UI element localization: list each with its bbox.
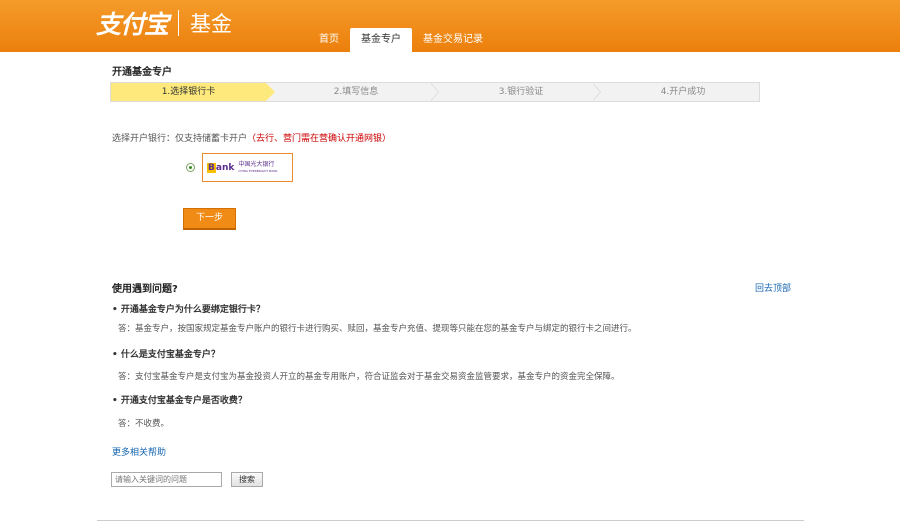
- tab-home[interactable]: 首页: [308, 28, 350, 52]
- tab-fund-account[interactable]: 基金专户: [350, 28, 412, 52]
- footer-divider: [97, 520, 804, 521]
- bank-option-everbright[interactable]: Bank 中国光大银行 CHINA EVERBRIGHT BANK: [202, 153, 293, 182]
- more-help-link[interactable]: 更多相关帮助: [112, 445, 166, 458]
- bank-name: 中国光大银行 CHINA EVERBRIGHT BANK: [238, 161, 277, 175]
- bank-logo-icon: Bank: [207, 162, 235, 173]
- faq-answer: 答：基金专户，按国家规定基金专户账户的银行卡进行购买、赎回，基金专户充值、提现等…: [118, 324, 637, 334]
- bank-name-cn: 中国光大银行: [238, 160, 275, 168]
- step-arrow-icon: [430, 83, 439, 101]
- bank-name-en: CHINA EVERBRIGHT BANK: [238, 168, 278, 173]
- help-search-input[interactable]: [111, 472, 222, 487]
- brand-logo-text: 支付宝: [96, 10, 169, 39]
- faq-answer: 答：支付宝基金专户是支付宝为基金投资人开立的基金专用账户，符合证监会对于基金交易…: [118, 372, 620, 382]
- section-title: 基金: [190, 12, 233, 36]
- step-1: 1.选择银行卡: [111, 83, 275, 101]
- step-progress-bar: 1.选择银行卡 2.填写信息 3.银行验证 4.开户成功: [110, 82, 760, 102]
- faq-question: • 开通基金专户为什么要绑定银行卡？: [112, 305, 265, 315]
- tab-fund-records[interactable]: 基金交易记录: [412, 28, 494, 52]
- help-search-button[interactable]: 搜索: [231, 472, 263, 487]
- page-title: 开通基金专户: [112, 67, 172, 78]
- faq-answer: 答：不收费。: [118, 419, 170, 429]
- faq-question: • 什么是支付宝基金专户？: [112, 350, 220, 360]
- bank-radio-button[interactable]: [186, 163, 195, 172]
- logo-divider: [178, 10, 180, 36]
- faq-question: • 开通支付宝基金专户是否收费？: [112, 396, 247, 406]
- bank-select-prompt: 选择开户银行：仅支持储蓄卡开户（去行、营门需在营确认开通网银）: [112, 131, 391, 144]
- step-2: 2.填写信息: [333, 87, 379, 97]
- step-3: 3.银行验证: [498, 87, 544, 97]
- back-to-top-link[interactable]: 回去顶部: [755, 281, 791, 294]
- header-bar: 支付宝 基金 首页 基金专户 基金交易记录: [0, 0, 900, 52]
- bank-prompt-text: 选择开户银行：仅支持储蓄卡开户: [112, 134, 248, 144]
- next-step-button[interactable]: 下一步: [183, 208, 236, 230]
- bank-prompt-note: （去行、营门需在营确认开通网银）: [247, 134, 392, 144]
- alipay-fund-logo[interactable]: 支付宝 基金: [96, 8, 233, 39]
- step-4: 4.开户成功: [660, 87, 706, 97]
- main-nav: 首页 基金专户 基金交易记录: [308, 28, 494, 52]
- faq-title: 使用遇到问题?: [112, 284, 178, 295]
- step-arrow-icon: [592, 83, 601, 101]
